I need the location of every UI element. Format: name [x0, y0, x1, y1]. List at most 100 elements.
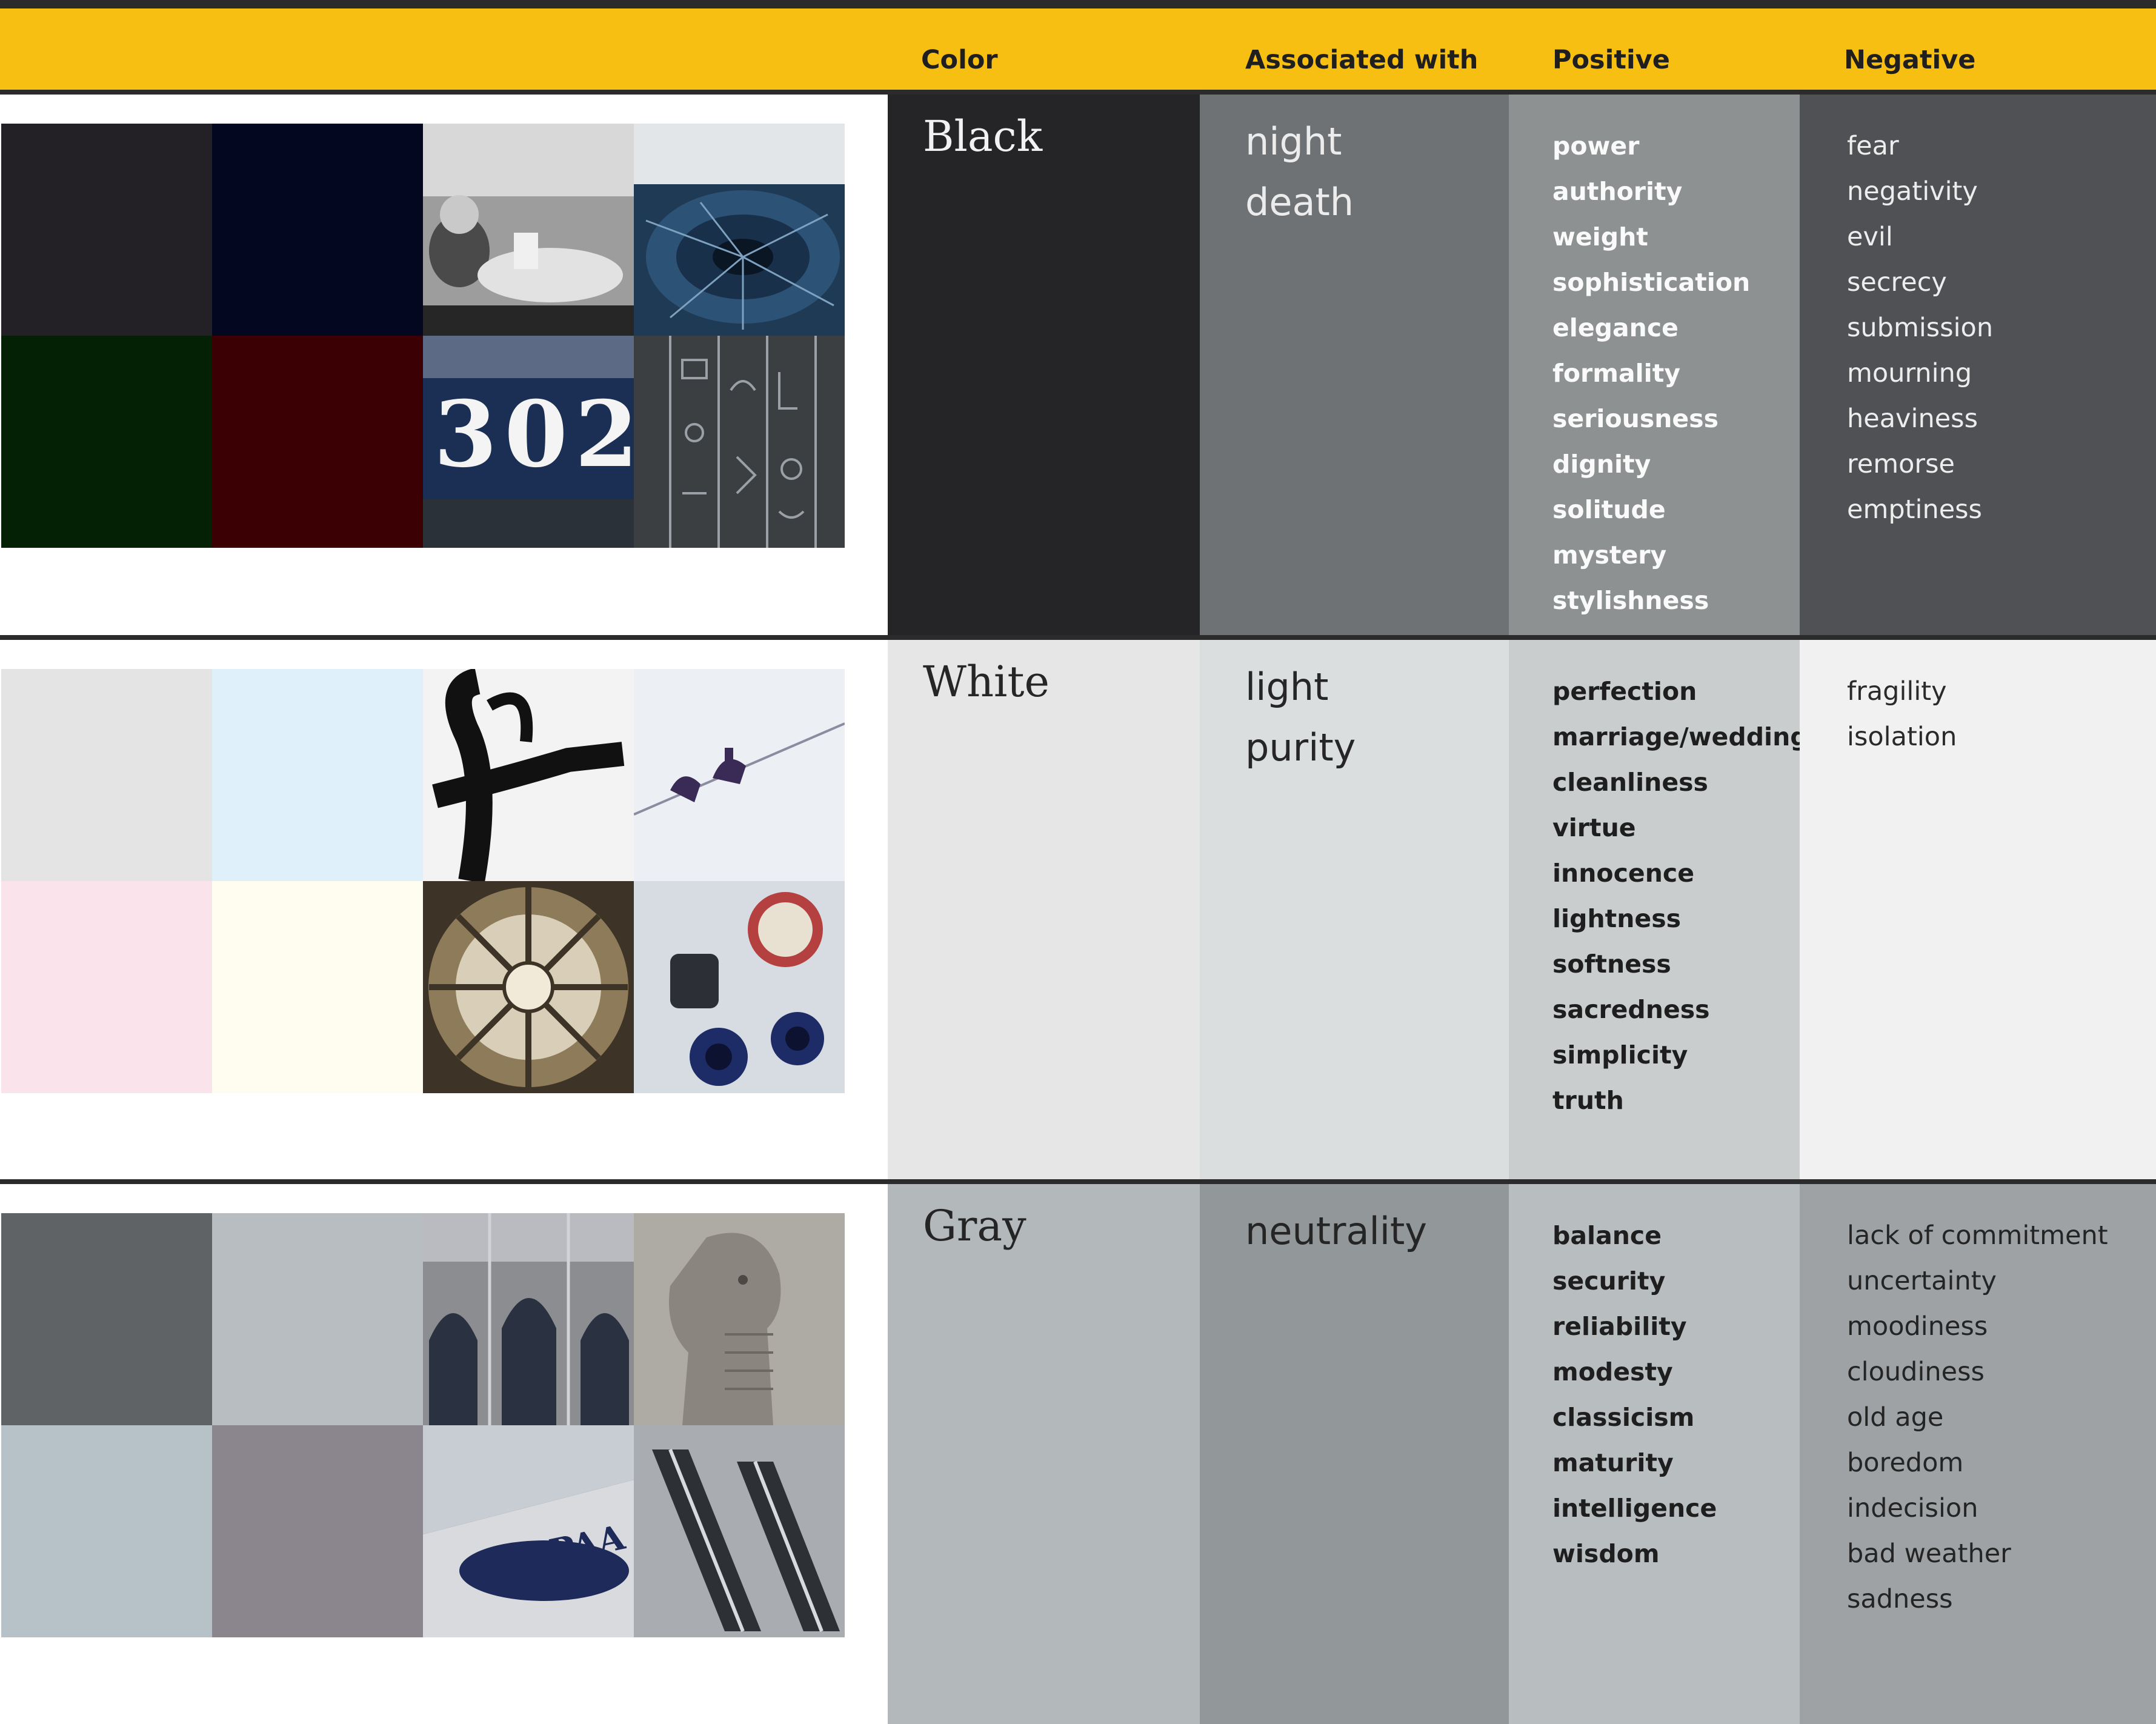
list-item: simplicity — [1552, 1040, 1688, 1070]
photo-child-at-table — [423, 124, 634, 336]
black-color-column: Black — [888, 95, 1200, 635]
list-item: sadness — [1847, 1584, 1953, 1614]
list-item: purity — [1245, 725, 1356, 770]
header-positive: Positive — [1552, 45, 1670, 75]
list-item: wisdom — [1552, 1539, 1660, 1568]
list-item: perfection — [1552, 677, 1697, 706]
photo-number-plate: 302 — [423, 336, 634, 548]
swatch-4 — [212, 336, 423, 548]
black-negative-list: fear negativity evil secrecy submission mourn… — [1847, 124, 1993, 533]
list-item: stylishness — [1552, 586, 1709, 615]
white-collage — [1, 669, 845, 1093]
list-item: boredom — [1847, 1448, 1964, 1478]
swatch-1 — [1, 124, 212, 336]
header-associated-with: Associated with — [1245, 45, 1479, 75]
black-associated-list: night death — [1245, 111, 1354, 233]
white-negative-list: fragility isolation — [1847, 669, 1957, 760]
list-item: formality — [1552, 359, 1681, 388]
list-item: secrecy — [1847, 267, 1947, 298]
list-item: solitude — [1552, 495, 1666, 524]
photo-assyrian-relief — [634, 1213, 845, 1425]
list-item: cleanliness — [1552, 768, 1708, 797]
list-item: security — [1552, 1266, 1666, 1296]
black-associated-column: night death — [1200, 95, 1509, 635]
table-header: Color Associated with Positive Negative — [0, 8, 2156, 91]
swatch-3 — [1, 881, 212, 1093]
white-positive-column: perfection marriage/wedding cleanliness vir… — [1509, 640, 1808, 1179]
list-item: lack of commitment — [1847, 1220, 2108, 1251]
section-gray: PAA Gray neutrality balance security relia… — [0, 1184, 2156, 1724]
list-item: maturity — [1552, 1448, 1674, 1477]
list-item: uncertainty — [1847, 1266, 1997, 1296]
photo-number-text: 302 — [434, 381, 634, 488]
list-item: power — [1552, 131, 1640, 161]
section-black: 302 Black night death power authority weigh… — [0, 95, 2156, 635]
swatch-4 — [212, 1425, 423, 1637]
list-item: lightness — [1552, 904, 1682, 933]
list-item: reliability — [1552, 1312, 1687, 1341]
list-item: negativity — [1847, 176, 1978, 207]
gray-associated-list: neutrality — [1245, 1201, 1427, 1262]
swatch-2 — [212, 124, 423, 336]
black-collage: 302 — [1, 124, 845, 548]
photo-paa-plane: PAA — [423, 1425, 634, 1637]
list-item: authority — [1552, 177, 1683, 206]
photo-escalators — [634, 1425, 845, 1637]
white-positive-list: perfection marriage/wedding cleanliness vir… — [1552, 669, 1808, 1123]
top-rule — [0, 0, 2156, 8]
list-item: evil — [1847, 222, 1893, 252]
gray-negative-column: lack of commitment uncertainty moodiness cl… — [1800, 1184, 2156, 1724]
header-negative: Negative — [1844, 45, 1976, 75]
white-color-column: White — [888, 640, 1200, 1179]
list-item: elegance — [1552, 313, 1679, 342]
list-item: moodiness — [1847, 1311, 1988, 1342]
list-item: neutrality — [1245, 1209, 1427, 1253]
white-associated-column: light purity — [1200, 640, 1509, 1179]
photo-cathedral — [423, 1213, 634, 1425]
section-divider — [0, 635, 2156, 640]
gray-associated-column: neutrality — [1200, 1184, 1509, 1724]
photo-rose-window — [423, 881, 634, 1093]
color-name-white: White — [923, 657, 1050, 707]
list-item: old age — [1847, 1402, 1944, 1433]
swatch-3 — [1, 336, 212, 548]
photo-spiral-stairs — [634, 124, 845, 336]
black-negative-column: fear negativity evil secrecy submission mourn… — [1800, 95, 2156, 635]
swatch-3 — [1, 1425, 212, 1637]
list-item: submission — [1847, 313, 1994, 343]
swatch-1 — [1, 669, 212, 881]
list-item: emptiness — [1847, 494, 1982, 525]
list-item: classicism — [1552, 1403, 1695, 1432]
list-item: cloudiness — [1847, 1357, 1985, 1387]
list-item: modesty — [1552, 1357, 1673, 1386]
list-item: marriage/wedding — [1552, 722, 1808, 751]
list-item: light — [1245, 665, 1329, 709]
list-item: dignity — [1552, 450, 1651, 479]
section-divider — [0, 1179, 2156, 1184]
color-name-black: Black — [923, 111, 1043, 161]
gray-color-column: Gray — [888, 1184, 1200, 1724]
list-item: night — [1245, 119, 1342, 164]
black-positive-list: power authority weight sophistication elegan… — [1552, 124, 1750, 624]
list-item: truth — [1552, 1086, 1624, 1115]
list-item: intelligence — [1552, 1494, 1717, 1523]
header-rule — [0, 90, 2156, 95]
list-item: isolation — [1847, 722, 1957, 752]
list-item: seriousness — [1552, 404, 1719, 433]
gray-collage: PAA — [1, 1213, 845, 1637]
swatch-1 — [1, 1213, 212, 1425]
black-positive-column: power authority weight sophistication elegan… — [1509, 95, 1800, 635]
list-item: sacredness — [1552, 995, 1710, 1024]
list-item: death — [1245, 180, 1354, 224]
gray-negative-list: lack of commitment uncertainty moodiness cl… — [1847, 1213, 2108, 1622]
photo-snow-riders — [634, 669, 845, 881]
list-item: fragility — [1847, 676, 1947, 707]
list-item: balance — [1552, 1221, 1662, 1250]
white-negative-column: fragility isolation — [1800, 640, 2156, 1179]
list-item: softness — [1552, 950, 1671, 979]
list-item: bad weather — [1847, 1539, 2011, 1569]
gray-positive-column: balance security reliability modesty classic… — [1509, 1184, 1800, 1724]
list-item: remorse — [1847, 449, 1955, 479]
gray-positive-list: balance security reliability modesty classic… — [1552, 1213, 1717, 1577]
list-item: heaviness — [1847, 404, 1978, 434]
